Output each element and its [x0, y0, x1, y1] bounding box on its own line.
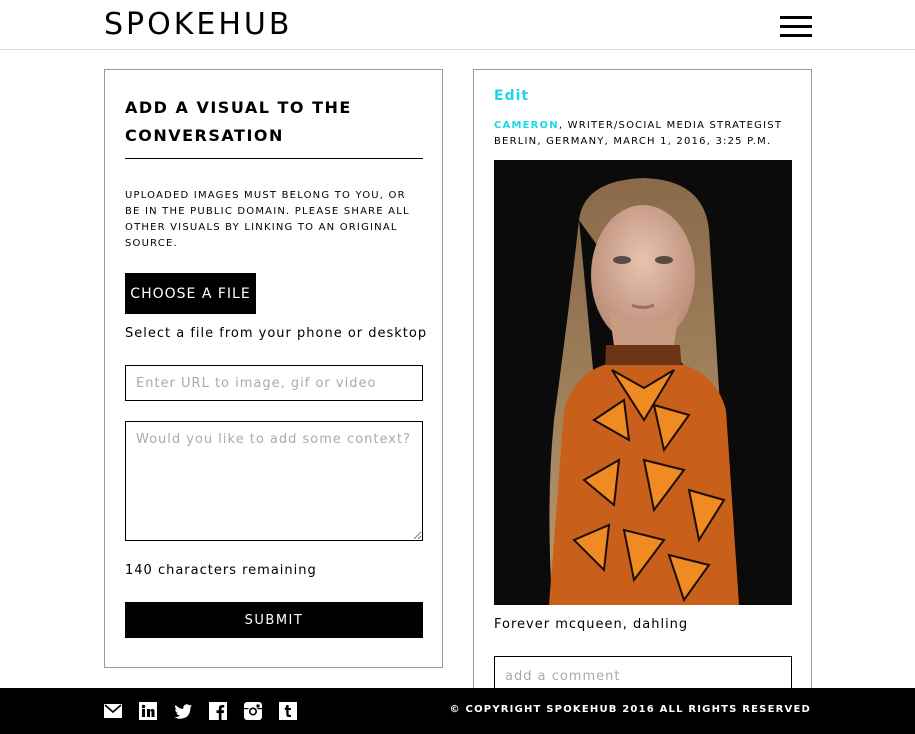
upload-panel: ADD A VISUAL TO THE CONVERSATION UPLOADE…	[104, 69, 443, 668]
context-textarea[interactable]	[125, 421, 423, 541]
choose-file-hint: Select a file from your phone or desktop	[125, 326, 428, 341]
post-image[interactable]	[494, 160, 792, 605]
facebook-icon[interactable]	[209, 702, 227, 720]
submit-button[interactable]: SUBMIT	[125, 602, 423, 638]
author-role: , WRITER/SOCIAL MEDIA STRATEGIST	[558, 120, 783, 131]
tumblr-icon[interactable]	[279, 702, 297, 720]
social-links	[104, 702, 297, 720]
copyright-text: © COPYRIGHT SPOKEHUB 2016 ALL RIGHTS RES…	[449, 704, 811, 715]
post-caption: Forever mcqueen, dahling	[494, 617, 689, 632]
upload-notice: UPLOADED IMAGES MUST BELONG TO YOU, OR B…	[125, 190, 410, 249]
characters-remaining: 140 characters remaining	[125, 563, 317, 578]
site-logo[interactable]: SPOKEHUB	[104, 7, 292, 42]
site-footer: © COPYRIGHT SPOKEHUB 2016 ALL RIGHTS RES…	[0, 688, 915, 734]
choose-file-button[interactable]: CHOOSE A FILE	[125, 273, 256, 314]
post-meta: CAMERON, WRITER/SOCIAL MEDIA STRATEGIST …	[494, 118, 794, 150]
site-header: SPOKEHUB	[0, 0, 915, 50]
upload-panel-title: ADD A VISUAL TO THE CONVERSATION	[125, 98, 352, 145]
instagram-icon[interactable]	[244, 702, 262, 720]
post-panel: Edit CAMERON, WRITER/SOCIAL MEDIA STRATE…	[473, 69, 812, 709]
post-location-time: BERLIN, GERMANY, MARCH 1, 2016, 3:25 P.M…	[494, 136, 772, 147]
email-icon[interactable]	[104, 702, 122, 720]
twitter-icon[interactable]	[174, 702, 192, 720]
edit-link[interactable]: Edit	[494, 88, 529, 104]
title-divider	[125, 158, 423, 159]
fashion-photo	[494, 160, 792, 605]
url-input[interactable]	[125, 365, 423, 401]
linkedin-icon[interactable]	[139, 702, 157, 720]
author-name[interactable]: CAMERON	[494, 120, 559, 131]
hamburger-menu-icon[interactable]	[780, 16, 812, 38]
